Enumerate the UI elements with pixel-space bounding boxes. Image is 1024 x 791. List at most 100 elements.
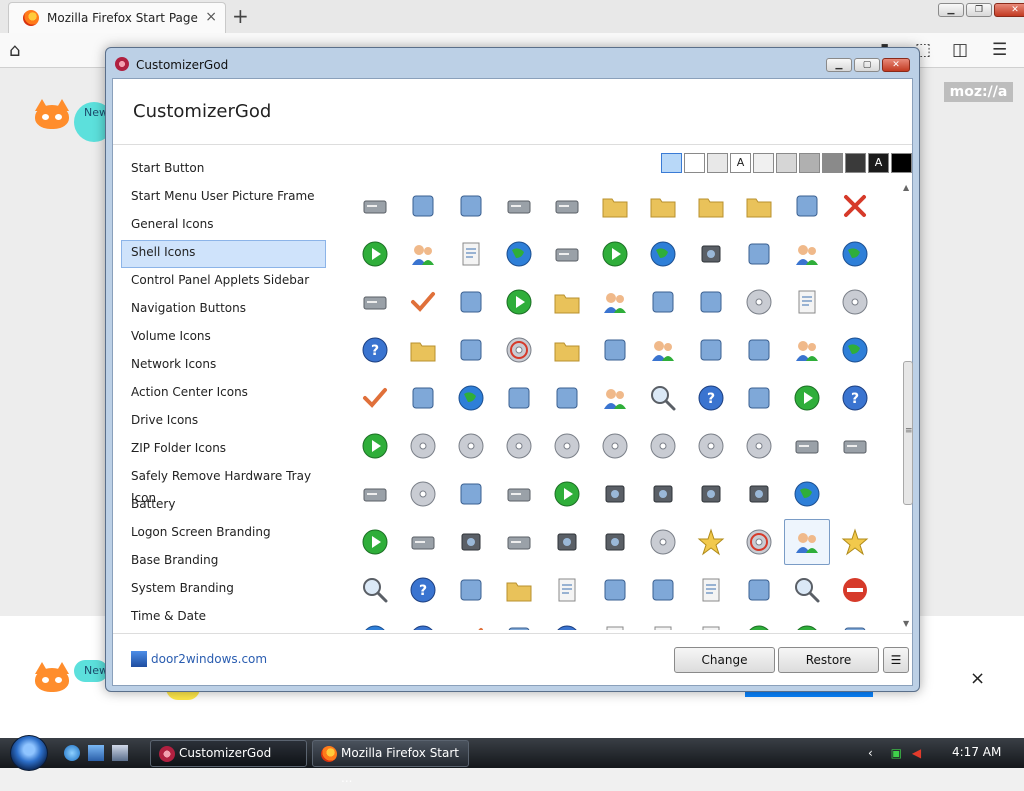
icon-cell[interactable]	[640, 375, 686, 421]
icon-cell[interactable]	[352, 567, 398, 613]
scroll-down-icon[interactable]: ▼	[903, 619, 909, 628]
firefox-tab[interactable]: Mozilla Firefox Start Page ×	[8, 2, 226, 33]
category-item[interactable]: Action Center Icons	[121, 380, 326, 408]
icon-grid-scrollbar[interactable]: ▲ ≡ ▼	[903, 183, 913, 630]
icon-cell[interactable]: ?	[352, 327, 398, 373]
icon-cell[interactable]	[832, 423, 878, 469]
category-item[interactable]: Base Branding	[121, 548, 326, 576]
icon-cell[interactable]	[592, 375, 638, 421]
icon-cell[interactable]	[784, 423, 830, 469]
ie-quicklaunch-icon[interactable]	[64, 745, 80, 761]
icon-cell[interactable]	[544, 423, 590, 469]
background-swatch[interactable]	[661, 153, 682, 173]
category-item[interactable]: ZIP Folder Icons	[121, 436, 326, 464]
icon-cell[interactable]: ?	[832, 375, 878, 421]
icon-cell[interactable]	[400, 279, 446, 325]
icon-cell[interactable]	[496, 375, 542, 421]
icon-cell[interactable]	[400, 471, 446, 517]
icon-cell[interactable]	[784, 519, 830, 565]
icon-cell[interactable]	[784, 471, 830, 517]
icon-cell[interactable]	[736, 231, 782, 277]
background-swatch[interactable]: A	[730, 153, 751, 173]
background-swatch[interactable]	[707, 153, 728, 173]
icon-cell[interactable]: ?	[688, 375, 734, 421]
network-tray-icon[interactable]: ▣	[891, 746, 902, 760]
icon-cell[interactable]	[640, 615, 686, 630]
icon-cell[interactable]	[640, 471, 686, 517]
icon-cell[interactable]	[784, 375, 830, 421]
icon-cell[interactable]	[832, 615, 878, 630]
icon-cell[interactable]	[592, 279, 638, 325]
maximize-button[interactable]: ❐	[966, 3, 992, 17]
icon-cell[interactable]	[400, 519, 446, 565]
taskbar-customizergod[interactable]: CustomizerGod	[150, 740, 307, 767]
icon-cell[interactable]	[352, 279, 398, 325]
icon-cell[interactable]	[448, 567, 494, 613]
background-swatch[interactable]	[776, 153, 797, 173]
icon-cell[interactable]	[496, 519, 542, 565]
icon-cell[interactable]	[448, 519, 494, 565]
show-desktop-icon[interactable]	[88, 745, 104, 761]
scroll-up-icon[interactable]: ▲	[903, 183, 909, 192]
icon-cell[interactable]	[688, 519, 734, 565]
icon-cell[interactable]	[352, 375, 398, 421]
switch-windows-icon[interactable]	[112, 745, 128, 761]
icon-cell[interactable]	[352, 519, 398, 565]
icon-cell[interactable]	[784, 327, 830, 373]
sidebar-icon[interactable]: ◫	[952, 40, 968, 60]
icon-cell[interactable]	[736, 471, 782, 517]
icon-cell[interactable]	[352, 471, 398, 517]
icon-cell[interactable]	[400, 231, 446, 277]
icon-cell[interactable]	[544, 375, 590, 421]
icon-cell[interactable]	[688, 279, 734, 325]
icon-cell[interactable]	[496, 231, 542, 277]
tray-chevron-icon[interactable]: ‹	[868, 746, 873, 760]
menu-icon[interactable]: ☰	[992, 40, 1007, 60]
restore-button[interactable]: Restore	[778, 647, 879, 673]
icon-cell[interactable]	[736, 615, 782, 630]
start-button[interactable]	[10, 735, 48, 771]
icon-cell[interactable]	[832, 567, 878, 613]
icon-cell[interactable]	[832, 183, 878, 229]
icon-cell[interactable]	[544, 327, 590, 373]
icon-cell[interactable]	[592, 615, 638, 630]
icon-cell[interactable]	[400, 183, 446, 229]
taskbar-firefox[interactable]: Mozilla Firefox Start ...	[312, 740, 469, 785]
category-item[interactable]: Time & Date	[121, 604, 326, 632]
icon-cell[interactable]	[640, 231, 686, 277]
scroll-thumb[interactable]: ≡	[903, 361, 913, 505]
cg-maximize-button[interactable]: ▢	[854, 58, 880, 72]
icon-cell[interactable]	[448, 375, 494, 421]
icon-cell[interactable]	[448, 327, 494, 373]
icon-cell[interactable]	[784, 567, 830, 613]
banner-close-icon[interactable]: ×	[970, 668, 985, 689]
icon-cell[interactable]	[688, 327, 734, 373]
icon-cell[interactable]	[640, 567, 686, 613]
icon-cell[interactable]	[736, 327, 782, 373]
icon-cell[interactable]	[400, 375, 446, 421]
icon-cell[interactable]	[736, 183, 782, 229]
cg-minimize-button[interactable]: ▁	[826, 58, 852, 72]
icon-cell[interactable]	[736, 423, 782, 469]
icon-cell[interactable]	[688, 423, 734, 469]
icon-cell[interactable]	[688, 471, 734, 517]
background-swatch[interactable]	[891, 153, 912, 173]
icon-cell[interactable]	[352, 423, 398, 469]
icon-cell[interactable]	[736, 279, 782, 325]
icon-cell[interactable]	[592, 471, 638, 517]
icon-cell[interactable]	[784, 231, 830, 277]
icon-cell[interactable]	[400, 327, 446, 373]
background-swatch[interactable]	[684, 153, 705, 173]
icon-cell[interactable]	[640, 279, 686, 325]
icon-cell[interactable]	[832, 327, 878, 373]
icon-cell[interactable]	[496, 423, 542, 469]
category-item[interactable]: Control Panel Applets Sidebar	[121, 268, 326, 296]
icon-cell[interactable]	[496, 471, 542, 517]
category-item[interactable]: Drive Icons	[121, 408, 326, 436]
icon-cell[interactable]	[592, 567, 638, 613]
icon-cell[interactable]	[784, 183, 830, 229]
icon-cell[interactable]	[640, 327, 686, 373]
icon-cell[interactable]	[448, 279, 494, 325]
options-menu-button[interactable]: ☰	[883, 647, 909, 673]
icon-cell[interactable]	[832, 519, 878, 565]
